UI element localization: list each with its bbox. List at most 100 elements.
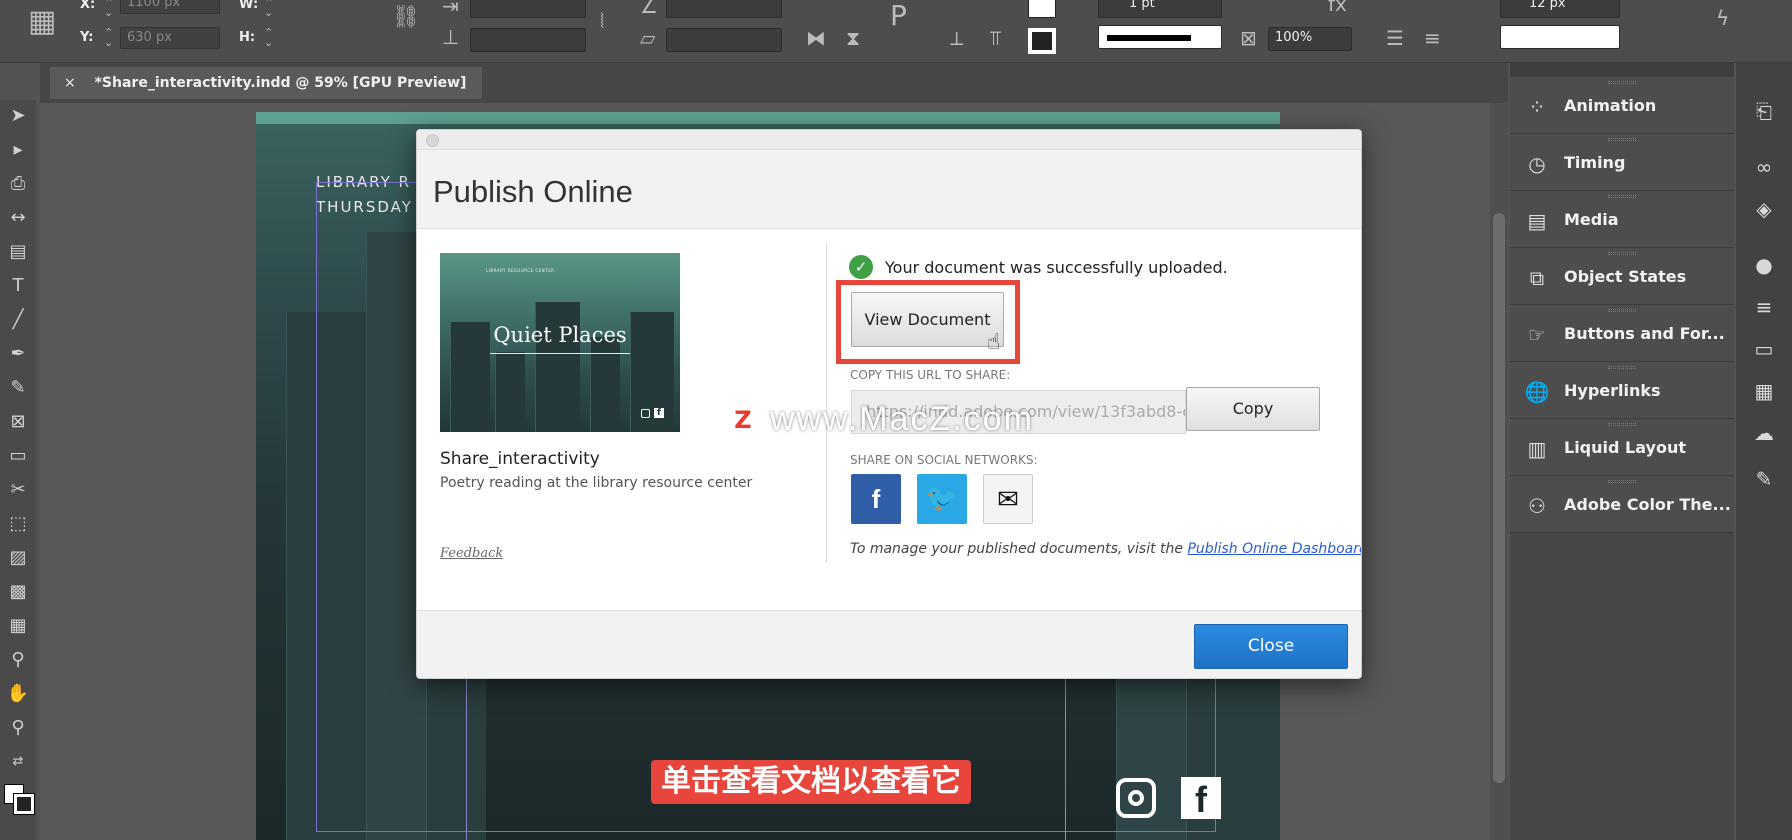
- panel-timing[interactable]: ◷ Timing: [1510, 134, 1734, 191]
- panel-label: Animation: [1564, 96, 1657, 115]
- flip-horizontal-icon[interactable]: ⧓: [806, 28, 826, 48]
- gradient-feather-tool-icon[interactable]: ▩: [6, 580, 30, 604]
- distribute-icon[interactable]: ⟂: [950, 28, 963, 48]
- cc-libraries-icon[interactable]: ▦: [1750, 377, 1778, 405]
- panel-label: Liquid Layout: [1564, 438, 1686, 457]
- gradient-tool-icon[interactable]: ▨: [6, 546, 30, 570]
- panel-media[interactable]: ▤ Media: [1510, 191, 1734, 248]
- document-tab[interactable]: × *Share_interactivity.indd @ 59% [GPU P…: [50, 67, 482, 99]
- w-label: W:: [239, 0, 259, 12]
- panel-label: Buttons and For...: [1564, 324, 1725, 343]
- rectangle-frame-tool-icon[interactable]: ⊠: [6, 410, 30, 434]
- panel-liquid-layout[interactable]: ▥ Liquid Layout: [1510, 419, 1734, 476]
- swap-fill-stroke-icon[interactable]: ⇄: [6, 750, 30, 774]
- layers-icon[interactable]: ◈: [1750, 195, 1778, 223]
- panel-object-states[interactable]: ⧉ Object States: [1510, 248, 1734, 305]
- link-icon[interactable]: ⦚: [600, 11, 604, 31]
- tools-panel: ➤ ▸ ⎙ ↔ ▤ T ╱ ✒ ✎ ⊠ ▭ ✂ ⬚ ▨ ▩ ▦ ⚲ ✋ ⚲ ⇄: [0, 100, 36, 840]
- free-transform-tool-icon[interactable]: ⬚: [6, 512, 30, 536]
- vertical-scrollbar[interactable]: [1490, 103, 1508, 840]
- stroke-type-dropdown[interactable]: [1098, 25, 1222, 49]
- rotate-angle-icon[interactable]: ∠: [640, 0, 658, 16]
- fill-stroke-swatches[interactable]: [4, 784, 35, 815]
- instagram-icon[interactable]: [1116, 778, 1156, 818]
- gradient-icon[interactable]: ▭: [1750, 335, 1778, 363]
- panel-adobe-color-themes[interactable]: ⚇ Adobe Color The...: [1510, 476, 1734, 533]
- panel-hyperlinks[interactable]: 🌐 Hyperlinks: [1510, 362, 1734, 419]
- rotate-icon[interactable]: ⇥: [442, 0, 459, 16]
- shear-angle-dropdown[interactable]: [666, 28, 782, 52]
- panel-dock: ⁘ Animation ◷ Timing ▤ Media ⧉ Object St…: [1510, 63, 1734, 840]
- panel-label: Adobe Color The...: [1564, 495, 1731, 514]
- x-stepper[interactable]: ⌃ ⌄: [104, 0, 113, 18]
- type-tool-icon[interactable]: T: [6, 274, 30, 298]
- fill-swatch[interactable]: [1028, 0, 1056, 18]
- stroke-swatch[interactable]: [1028, 28, 1056, 54]
- align-icon[interactable]: ⫪: [990, 28, 1001, 48]
- direct-selection-tool-icon[interactable]: ▸: [6, 138, 30, 162]
- pages-icon[interactable]: ⎗: [1750, 97, 1778, 125]
- twitter-share-button[interactable]: 🐦: [917, 474, 967, 524]
- content-collector-icon[interactable]: ▤: [6, 240, 30, 264]
- rectangle-tool-icon[interactable]: ▭: [6, 444, 30, 468]
- column-icon[interactable]: ≡: [1424, 28, 1441, 48]
- watermark-logo-icon: Z: [726, 402, 760, 437]
- reference-point-icon[interactable]: ▦: [28, 4, 64, 40]
- email-share-button[interactable]: ✉: [983, 474, 1033, 524]
- object-states-icon: ⧉: [1529, 266, 1545, 290]
- window-close-icon[interactable]: [426, 134, 439, 147]
- stroke-icon[interactable]: ≡: [1750, 293, 1778, 321]
- note-tool-icon[interactable]: ▦: [6, 614, 30, 638]
- angle-dropdown[interactable]: [666, 0, 782, 18]
- feedback-link[interactable]: Feedback: [440, 546, 503, 561]
- y-field[interactable]: 630 px: [120, 27, 220, 49]
- pencil-tool-icon[interactable]: ✎: [6, 376, 30, 400]
- constrain-proportions-icon[interactable]: ⛓: [392, 7, 420, 29]
- opacity-icon[interactable]: ⊠: [1240, 28, 1257, 48]
- watermark: Zwww.MacZ.com: [726, 400, 1034, 444]
- close-tab-icon[interactable]: ×: [64, 75, 76, 91]
- line-tool-icon[interactable]: ╱: [6, 308, 30, 332]
- gap-tool-icon[interactable]: ↔: [6, 206, 30, 230]
- creative-cloud-icon[interactable]: ☁: [1750, 419, 1778, 447]
- paragraph-icon[interactable]: P: [890, 2, 907, 30]
- panel-animation[interactable]: ⁘ Animation: [1510, 77, 1734, 134]
- panel-label: Media: [1564, 210, 1619, 229]
- timing-icon: ◷: [1528, 152, 1546, 176]
- shear-angle-icon[interactable]: ▱: [640, 28, 655, 48]
- close-button[interactable]: Close: [1194, 624, 1348, 669]
- w-stepper[interactable]: ⌃ ⌄: [264, 0, 273, 18]
- panel-buttons-forms[interactable]: ☞ Buttons and For...: [1510, 305, 1734, 362]
- x-field[interactable]: 1100 px: [120, 0, 220, 14]
- copy-button[interactable]: Copy: [1186, 387, 1320, 431]
- flip-vertical-icon[interactable]: ⧗: [846, 28, 860, 48]
- eyedropper-tool-icon[interactable]: ⚲: [6, 648, 30, 672]
- scrollbar-thumb[interactable]: [1493, 213, 1505, 783]
- style-dropdown[interactable]: [1500, 25, 1620, 49]
- publish-online-dashboard-link[interactable]: Publish Online Dashboard: [1187, 541, 1361, 557]
- text-wrap-icon[interactable]: ☰: [1386, 28, 1404, 48]
- opacity-field[interactable]: 100%: [1268, 27, 1352, 51]
- view-document-button[interactable]: View Document: [851, 292, 1004, 347]
- hand-tool-icon[interactable]: ✋: [6, 682, 30, 706]
- font-size-field[interactable]: 12 px: [1500, 0, 1620, 18]
- facebook-share-button[interactable]: f: [851, 474, 901, 524]
- lightning-icon[interactable]: ϟ: [1716, 8, 1729, 28]
- stroke-weight-dropdown[interactable]: 1 pt: [1098, 0, 1222, 18]
- effects-icon[interactable]: fx: [1328, 0, 1347, 14]
- h-stepper[interactable]: ⌃ ⌄: [264, 27, 273, 48]
- swatches-icon[interactable]: ●: [1750, 251, 1778, 279]
- pen-tool-icon[interactable]: ✒: [6, 342, 30, 366]
- hyperlinks-icon: 🌐: [1524, 380, 1550, 404]
- rotate-dropdown[interactable]: [470, 0, 586, 18]
- shear-dropdown[interactable]: [470, 28, 586, 52]
- zoom-tool-icon[interactable]: ⚲: [6, 716, 30, 740]
- selection-tool-icon[interactable]: ➤: [6, 104, 30, 128]
- shear-icon[interactable]: ⊥: [442, 27, 459, 47]
- y-stepper[interactable]: ⌃ ⌄: [104, 27, 113, 48]
- facebook-icon[interactable]: f: [1181, 777, 1221, 820]
- paragraph-styles-icon[interactable]: ✎: [1750, 465, 1778, 493]
- page-tool-icon[interactable]: ⎙: [6, 172, 30, 196]
- links-icon[interactable]: ∞: [1750, 153, 1778, 181]
- scissors-tool-icon[interactable]: ✂: [6, 478, 30, 502]
